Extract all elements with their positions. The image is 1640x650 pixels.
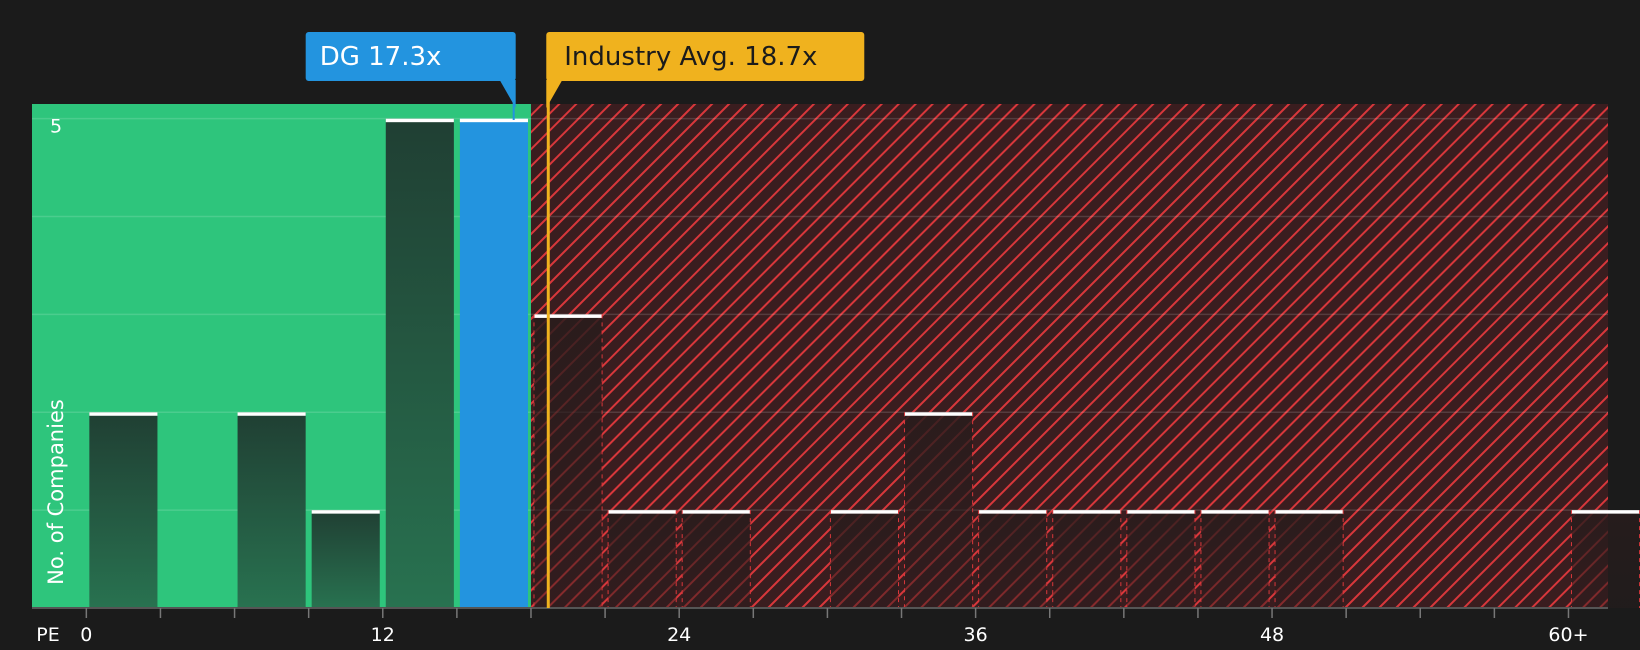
bar-top-cap bbox=[1126, 510, 1195, 514]
x-tick-label: 0 bbox=[80, 624, 92, 646]
x-tick-label: 24 bbox=[667, 624, 691, 646]
histogram-bar bbox=[533, 314, 603, 608]
histogram-bar bbox=[1126, 510, 1195, 608]
x-tick-label: 36 bbox=[964, 624, 988, 646]
bar-top-cap bbox=[89, 412, 158, 416]
histogram-bar bbox=[1275, 510, 1344, 608]
bar-top-cap bbox=[385, 118, 454, 123]
bar-top-cap bbox=[978, 510, 1047, 514]
x-axis: 0 12 24 36 48 60+ PE bbox=[32, 607, 1608, 646]
company-bar bbox=[459, 118, 528, 608]
bar-top-cap bbox=[459, 118, 528, 123]
x-tick-label: 60+ bbox=[1548, 624, 1588, 646]
bar-top-cap bbox=[1200, 510, 1270, 514]
x-tick-label: 12 bbox=[371, 624, 395, 646]
industry-callout-label: Industry Avg. 18.7x bbox=[564, 42, 817, 72]
company-callout-label: DG 17.3x bbox=[320, 42, 442, 72]
histogram-bar bbox=[1200, 510, 1270, 608]
histogram-bar bbox=[89, 412, 158, 608]
bar-top-cap bbox=[904, 412, 973, 416]
bar-top-cap bbox=[533, 314, 603, 318]
histogram-bar bbox=[682, 510, 751, 608]
bar-top-cap bbox=[311, 510, 380, 514]
bar-top-cap bbox=[1571, 510, 1640, 514]
histogram-bar bbox=[237, 412, 306, 608]
bar-top-cap bbox=[608, 510, 677, 514]
bar-top-cap bbox=[682, 510, 751, 514]
histogram-bar bbox=[608, 510, 677, 608]
histogram-bar bbox=[1052, 510, 1121, 608]
y-axis-title: No. of Companies bbox=[44, 399, 68, 585]
bar-top-cap bbox=[237, 412, 306, 416]
bar-top-cap bbox=[1275, 510, 1344, 514]
x-tick-label: 48 bbox=[1260, 624, 1284, 646]
histogram-bar bbox=[385, 118, 454, 608]
bar-top-cap bbox=[1052, 510, 1121, 514]
bar-top-cap bbox=[830, 510, 899, 514]
histogram-bar bbox=[904, 412, 973, 608]
histogram-bar bbox=[830, 510, 899, 608]
histogram-bar bbox=[978, 510, 1047, 608]
histogram-bar bbox=[311, 510, 380, 608]
pe-distribution-chart: 0 12 24 36 48 60+ PE 5 No. of Companies Industr… bbox=[32, 32, 1640, 646]
histogram-bar bbox=[1571, 510, 1640, 608]
y-tick-label: 5 bbox=[50, 116, 62, 138]
x-axis-title: PE bbox=[36, 624, 59, 646]
